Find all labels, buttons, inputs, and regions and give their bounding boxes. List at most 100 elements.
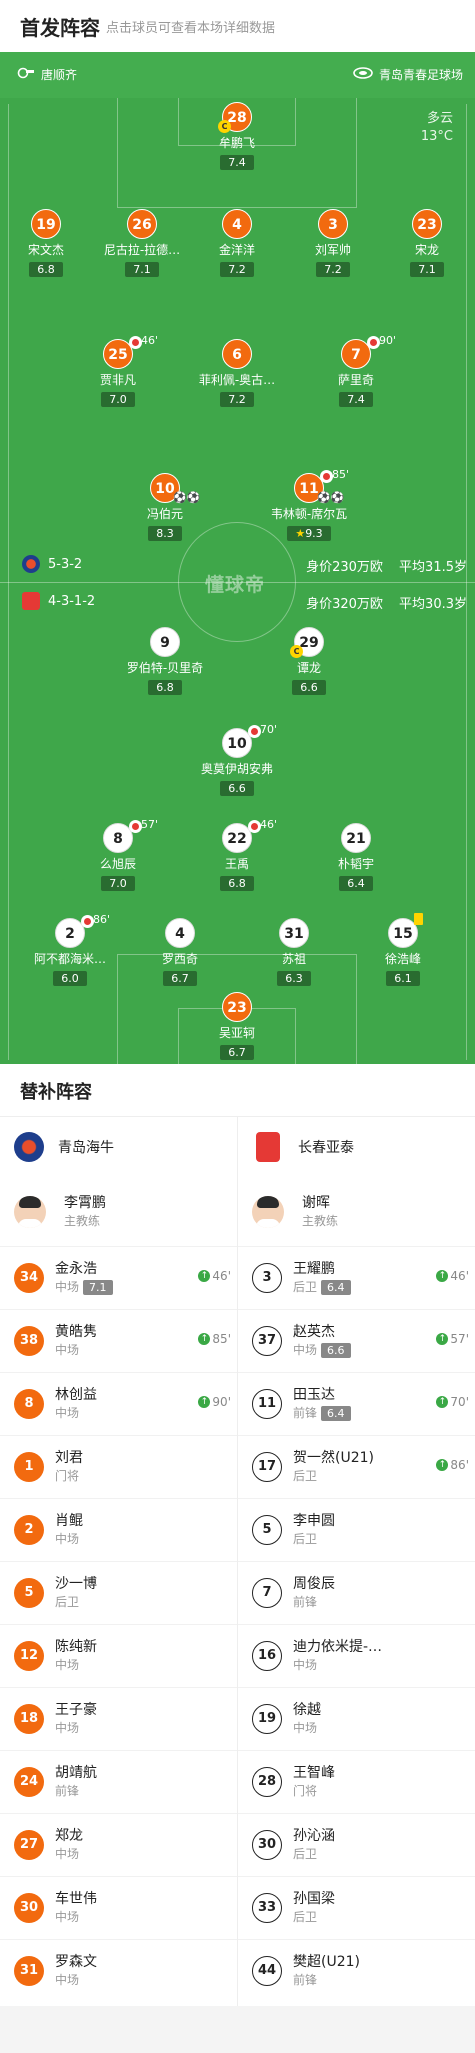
home-player[interactable]: 6 菲利佩-奥古… 7.2 [187,339,287,407]
player-number: 28 C [218,102,252,133]
sub-position-line: 后卫 [293,1467,374,1485]
sub-name: 罗森文 [55,1954,97,1970]
goal-icons: ⚽⚽ [173,491,201,504]
player-rating: 7.0 [101,876,135,891]
home-team-row[interactable]: 青岛海牛 [0,1116,237,1178]
away-team-info: 身价320万欧 平均30.3岁 [294,593,467,612]
home-coach[interactable]: 李霄鹏 主教练 [0,1178,237,1246]
sub-position-line: 中场 7.1 [55,1278,113,1296]
sub-player-row[interactable]: 24 胡靖航 前锋 [0,1750,237,1813]
sub-player-row[interactable]: 7 周俊辰 前锋 [238,1561,475,1624]
sub-player-row[interactable]: 11 田玉达 前锋 6.4 ↑ 70' [238,1372,475,1435]
sub-player-row[interactable]: 3 王耀鹏 后卫 6.4 ↑ 46' [238,1246,475,1309]
sub-position-line: 中场 [293,1719,321,1737]
star-icon: ★ [295,527,306,540]
sub-player-row[interactable]: 30 车世伟 中场 [0,1876,237,1939]
sub-position-line: 中场 [55,1341,97,1359]
sub-position-line: 门将 [293,1782,335,1800]
player-name: 奥莫伊胡安弗 [200,762,273,776]
player-name: 宋龙 [414,243,439,257]
sub-number: 17 [252,1452,282,1482]
sub-player-row[interactable]: 2 肖鲲 中场 [0,1498,237,1561]
home-player[interactable]: 10 ⚽⚽ 冯伯元 8.3 [115,473,215,541]
sub-player-row[interactable]: 28 王智峰 门将 [238,1750,475,1813]
sub-player-row[interactable]: 5 李申圆 后卫 [238,1498,475,1561]
sub-name: 周俊辰 [293,1576,335,1592]
away-player[interactable]: 31 苏祖 6.3 [244,918,344,986]
home-player[interactable]: 28 C 牟鹏飞 7.4 [187,102,287,170]
sub-number: 44 [252,1956,282,1986]
sub-player-row[interactable]: 1 刘君 门将 [0,1435,237,1498]
away-player[interactable]: 29 C 谭龙 6.6 [259,627,359,695]
away-player[interactable]: 23 吴亚轲 6.7 [187,992,287,1060]
home-player[interactable]: 26 尼古拉-拉德… 7.1 [92,209,192,277]
away-player[interactable]: 2 86' 阿不都海米… 6.0 [20,913,120,986]
sub-player-row[interactable]: 19 徐越 中场 [238,1687,475,1750]
sub-name: 孙国梁 [293,1891,335,1907]
home-player[interactable]: 3 刘军帅 7.2 [283,209,383,277]
sub-player-row[interactable]: 12 陈纯新 中场 [0,1624,237,1687]
sub-player-row[interactable]: 34 金永浩 中场 7.1 ↑ 46' [0,1246,237,1309]
player-rating: 7.0 [101,392,135,407]
away-market-value: 身价320万欧 [306,597,383,612]
player-number: 31 [279,918,309,948]
away-team-logo [22,592,40,610]
sub-player-row[interactable]: 30 孙沁涵 后卫 [238,1813,475,1876]
sub-position: 中场 [55,1343,80,1357]
home-player[interactable]: 4 金洋洋 7.2 [187,209,287,277]
sub-position: 前锋 [293,1406,318,1420]
away-player[interactable]: 22 46' 王禹 6.8 [187,818,287,891]
home-player[interactable]: 23 宋龙 7.1 [377,209,475,277]
home-player[interactable]: 19 宋文杰 6.8 [0,209,96,277]
player-number: 22 [222,820,261,853]
away-coach[interactable]: 谢晖 主教练 [238,1178,475,1246]
sub-position: 前锋 [293,1595,318,1609]
away-player[interactable]: 21 朴韬宇 6.4 [306,823,406,891]
sub-position: 中场 [55,1973,80,1987]
sub-position: 前锋 [293,1973,318,1987]
sub-on-minute: ↑ 46' [436,1269,469,1283]
sub-on-icon: ↑ [198,1270,211,1282]
sub-player-row[interactable]: 8 林创益 中场 ↑ 90' [0,1372,237,1435]
player-number: 2 [55,915,94,948]
sub-number: 5 [252,1515,282,1545]
sub-player-row[interactable]: 44 樊超(U21) 前锋 [238,1939,475,2002]
sub-minute-text: 90' [212,1395,231,1409]
away-player[interactable]: 10 70' 奥莫伊胡安弗 6.6 [187,723,287,796]
home-formation-text: 5-3-2 [48,556,83,572]
away-player[interactable]: 9 罗伯特-贝里奇 6.8 [115,627,215,695]
sub-number: 1 [14,1452,44,1482]
player-rating: 6.8 [220,876,254,891]
sub-player-row[interactable]: 5 沙一博 后卫 [0,1561,237,1624]
sub-player-row[interactable]: 16 迪力依米提-… 中场 [238,1624,475,1687]
sub-number: 34 [14,1263,44,1293]
sub-player-row[interactable]: 37 赵英杰 中场 6.6 ↑ 57' [238,1309,475,1372]
sub-player-row[interactable]: 31 罗森文 中场 [0,1939,237,2002]
home-sub-list: 34 金永浩 中场 7.1 ↑ 46' 38 黄皓隽 中场 ↑ 85' 8 林创益 中场 ↑ 90' 1 刘君 门将… [0,1246,237,2002]
player-rating: 6.6 [220,781,254,796]
sub-on-minute: ↑ 90' [198,1395,231,1409]
home-player[interactable]: 7 90' 萨里奇 7.4 [306,334,406,407]
away-team-row[interactable]: 长春亚泰 [238,1116,475,1178]
player-rating: 7.2 [220,262,254,277]
sub-position-line: 中场 [55,1656,97,1674]
sub-player-row[interactable]: 27 郑龙 中场 [0,1813,237,1876]
sub-position: 中场 [55,1847,80,1861]
sub-player-row[interactable]: 33 孙国梁 后卫 [238,1876,475,1939]
sub-player-row[interactable]: 18 王子豪 中场 [0,1687,237,1750]
away-player[interactable]: 8 57' 么旭辰 7.0 [68,818,168,891]
coach-avatar [14,1196,46,1228]
sub-name: 赵英杰 [293,1324,335,1340]
sub-on-icon: ↑ [198,1333,211,1345]
home-player[interactable]: 11 85' ⚽⚽ 韦林顿-席尔瓦 ★9.3 [259,468,359,541]
player-rating: 7.1 [125,262,159,277]
away-player[interactable]: 15 徐浩峰 6.1 [353,913,453,986]
sub-position: 前锋 [55,1784,80,1798]
home-player[interactable]: 25 46' 贾非凡 7.0 [68,334,168,407]
player-name: 宋文杰 [27,243,64,257]
away-player[interactable]: 4 罗西奇 6.7 [130,918,230,986]
sub-player-row[interactable]: 38 黄皓隽 中场 ↑ 85' [0,1309,237,1372]
player-name: 牟鹏飞 [218,136,255,150]
sub-player-row[interactable]: 17 贺一然(U21) 后卫 ↑ 86' [238,1435,475,1498]
sub-number: 19 [252,1704,282,1734]
